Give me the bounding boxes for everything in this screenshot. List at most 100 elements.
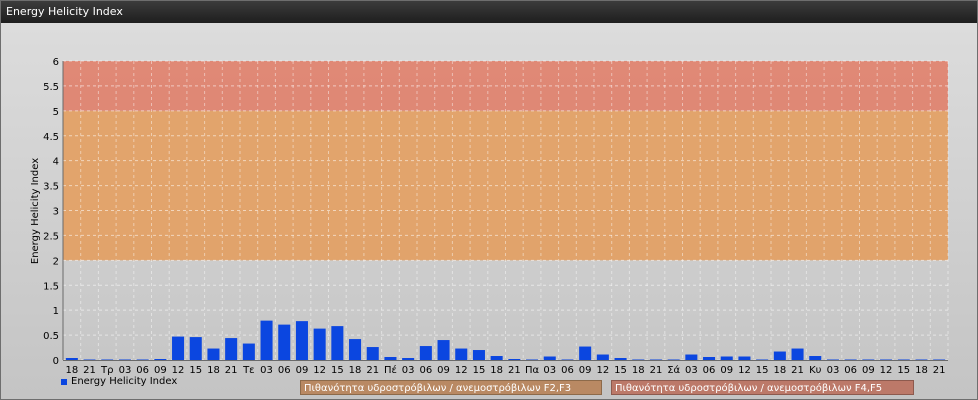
bar-41 <box>791 348 804 360</box>
bar-0 <box>65 358 78 360</box>
bar-40 <box>773 351 786 360</box>
chart: 0 0.5 1 1.5 2 2.5 3 3.5 4 4.5 5 5.5 6 18 21 Τρ 03 06 09 12… <box>30 57 949 376</box>
bar-9 <box>225 338 238 360</box>
bar-20 <box>419 346 432 360</box>
x-tick-label-1: 21 <box>83 365 96 376</box>
bar-12 <box>278 324 291 360</box>
x-tick-label-3: 03 <box>119 365 132 376</box>
x-tick-label-28: 06 <box>561 365 574 376</box>
x-tick-label-47: 15 <box>897 365 910 376</box>
bar-27 <box>543 356 556 360</box>
x-tick-label-37: 09 <box>720 365 733 376</box>
bar-18 <box>384 357 397 360</box>
x-tick-label-43: 03 <box>827 365 840 376</box>
x-tick-label-5: 09 <box>154 365 167 376</box>
y-tick-label-8: 4 <box>53 157 59 168</box>
x-tick-label-20: 06 <box>419 365 432 376</box>
x-tick-label-14: 12 <box>313 365 326 376</box>
x-tick-label-42: Κυ <box>809 365 822 376</box>
x-tick-label-13: 09 <box>296 365 309 376</box>
x-tick-label-8: 18 <box>207 365 220 376</box>
x-tick-label-10: Τε <box>242 365 255 376</box>
bar-37 <box>720 356 733 360</box>
x-tick-label-0: 18 <box>65 365 78 376</box>
x-tick-label-6: 12 <box>172 365 185 376</box>
y-tick-label-4: 2 <box>53 256 59 267</box>
bar-36 <box>703 357 716 360</box>
bar-22 <box>455 348 468 360</box>
x-tick-label-9: 21 <box>225 365 238 376</box>
x-tick-label-4: 06 <box>136 365 149 376</box>
x-tick-label-44: 06 <box>844 365 857 376</box>
bar-25 <box>508 359 521 360</box>
x-tick-label-11: 03 <box>260 365 273 376</box>
x-tick-label-33: 21 <box>650 365 663 376</box>
bar-6 <box>172 336 185 360</box>
x-tick-label-32: 18 <box>632 365 645 376</box>
x-tick-label-46: 12 <box>880 365 893 376</box>
y-tick-label-2: 1 <box>53 306 59 317</box>
x-tick-label-2: Τρ <box>100 365 113 376</box>
bar-10 <box>242 343 255 360</box>
x-tick-label-22: 12 <box>455 365 468 376</box>
x-tick-label-23: 15 <box>473 365 486 376</box>
x-tick-label-49: 21 <box>933 365 946 376</box>
bar-35 <box>685 354 698 360</box>
band-label-f2-f3: Πιθανότητα υδροστρόβιλων / ανεμοστρόβιλω… <box>300 380 602 395</box>
bar-7 <box>189 337 202 360</box>
x-tick-label-24: 18 <box>490 365 503 376</box>
y-tick-label-9: 4.5 <box>43 132 59 143</box>
x-tick-label-25: 21 <box>508 365 521 376</box>
legend-swatch <box>61 378 67 385</box>
bar-5 <box>154 359 167 360</box>
bar-24 <box>490 356 503 360</box>
legend-label: Energy Helicity Index <box>71 376 178 387</box>
bar-8 <box>207 348 220 360</box>
bar-13 <box>295 321 308 360</box>
x-tick-label-27: 03 <box>543 365 556 376</box>
legend[interactable]: Energy Helicity Index <box>61 376 177 387</box>
x-tick-label-26: Πα <box>525 365 540 376</box>
bar-30 <box>596 354 609 360</box>
x-tick-label-40: 18 <box>773 365 786 376</box>
y-tick-label-5: 2.5 <box>43 231 59 242</box>
y-tick-label-0: 0 <box>53 356 59 367</box>
x-tick-label-19: 03 <box>402 365 415 376</box>
x-tick-label-18: Πέ <box>384 364 397 376</box>
band-label-f4-f5: Πιθανότητα υδροστρόβιλων / ανεμοστρόβιλω… <box>611 380 914 395</box>
x-tick-label-38: 12 <box>738 365 751 376</box>
x-tick-label-7: 15 <box>189 365 202 376</box>
y-tick-label-3: 1.5 <box>43 281 59 292</box>
x-tick-label-30: 12 <box>596 365 609 376</box>
x-tick-label-34: Σά <box>667 364 680 376</box>
bar-14 <box>313 328 326 360</box>
bar-23 <box>472 350 485 360</box>
chart-panel: Energy Helicity Index 0 0.5 1 1.5 2 2.5 3 3.5 4 4… <box>0 0 978 400</box>
x-tick-label-36: 06 <box>703 365 716 376</box>
bar-17 <box>366 347 379 360</box>
bar-16 <box>349 339 362 360</box>
y-tick-label-7: 3.5 <box>43 182 59 193</box>
bar-31 <box>614 358 627 360</box>
bar-15 <box>331 326 344 360</box>
y-tick-label-12: 6 <box>53 57 59 68</box>
y-tick-label-10: 5 <box>53 107 59 118</box>
x-tick-label-35: 03 <box>685 365 698 376</box>
bar-29 <box>579 346 592 360</box>
y-tick-label-1: 0.5 <box>43 331 59 342</box>
x-tick-label-12: 06 <box>278 365 291 376</box>
bar-19 <box>402 358 415 360</box>
y-tick-label-6: 3 <box>53 207 59 218</box>
x-tick-label-15: 15 <box>331 365 344 376</box>
x-tick-label-39: 15 <box>756 365 769 376</box>
x-tick-label-17: 21 <box>366 365 379 376</box>
x-tick-label-41: 21 <box>791 365 804 376</box>
y-tick-label-11: 5.5 <box>43 82 59 93</box>
x-tick-label-45: 09 <box>862 365 875 376</box>
bar-11 <box>260 320 273 360</box>
y-axis-label: Energy Helicity Index <box>30 158 41 264</box>
bar-38 <box>738 356 751 360</box>
x-tick-label-16: 18 <box>349 365 362 376</box>
x-tick-label-31: 15 <box>614 365 627 376</box>
bar-21 <box>437 340 450 360</box>
